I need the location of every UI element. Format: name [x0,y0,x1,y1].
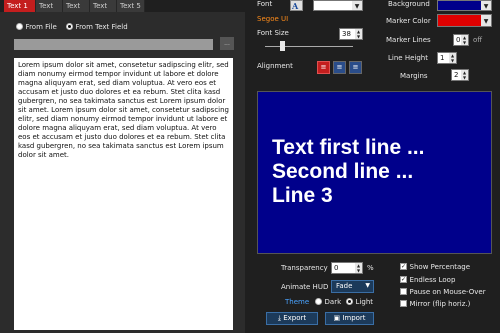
align-center-button[interactable]: ≡ [333,61,346,74]
animate-hud-label: Animate HUD [281,283,329,291]
line-height-value: 1 [440,54,445,62]
import-label: Import [342,314,366,322]
alignment-label: Alignment [257,62,293,70]
font-size-value: 38 [342,30,351,38]
pause-on-mouse-over-checkbox[interactable] [400,288,407,295]
preview-line-1: Text first line ... [272,136,425,159]
chevron-down-icon: ▼ [481,1,491,10]
chevron-down-icon: ▼ [365,282,370,289]
chevron-down-icon: ▼ [481,15,491,26]
margins-label: Margins [400,72,428,80]
tab-text-5[interactable]: Text 5 [117,0,145,12]
tab-text-4[interactable]: Text 4 [90,0,117,22]
font-size-slider-thumb[interactable] [280,41,285,51]
font-color-dropdown[interactable]: ▼ [313,0,363,11]
tab-text-2[interactable]: Text 2 [36,0,63,22]
marker-lines-value: 0 [456,36,461,44]
animate-hud-select[interactable]: Fade ▼ [331,280,374,293]
mirror-label: Mirror (flip horiz.) [409,300,471,308]
marker-color-label: Marker Color [386,17,431,25]
background-label: Background [388,0,430,8]
background-color-dropdown[interactable]: ▼ [437,0,492,11]
theme-label: Theme [285,298,310,306]
line-height-label: Line Height [388,54,428,62]
import-button[interactable]: ▣ Import [325,312,374,325]
from-text-field-label: From Text Field [75,23,128,31]
from-text-field-radio[interactable] [66,23,73,30]
show-percentage-label: Show Percentage [409,263,471,271]
spinner-arrows-icon[interactable]: ▲ ▼ [355,263,362,273]
align-justify-button[interactable]: ≡ [349,61,362,74]
font-size-slider-track[interactable] [265,46,353,47]
option-endless-loop[interactable]: ✓ Endless Loop [400,275,455,284]
spinner-arrows-icon[interactable]: ▲ ▼ [355,29,362,39]
font-size-spinner[interactable]: 38 ▲ ▼ [339,28,363,40]
preview-line-2: Second line ... [272,160,414,183]
preview-line-3: Line 3 [272,184,333,207]
marker-lines-spinner[interactable]: 0 ▲ ▼ [453,34,469,46]
pause-on-mouse-over-label: Pause on Mouse-Over [409,288,486,296]
theme-light-label: Light [355,298,374,306]
download-icon: ⤓ [277,314,281,322]
spinner-arrows-icon[interactable]: ▲ ▼ [461,70,468,80]
spinner-arrows-icon[interactable]: ▲ ▼ [449,53,456,63]
export-button[interactable]: ⤓ Export [266,312,318,325]
marker-color-dropdown[interactable]: ▼ [437,14,492,27]
theme-light-radio[interactable] [346,298,353,305]
mirror-checkbox[interactable] [400,300,407,307]
endless-loop-checkbox[interactable]: ✓ [400,276,407,283]
preview-text: Text first line ... Second line ... Line… [272,136,424,208]
file-path-field[interactable] [14,39,213,50]
from-file-label: From File [25,23,57,31]
font-family-name: Segoe UI [257,15,289,23]
line-height-spinner[interactable]: 1 ▲ ▼ [437,52,457,64]
option-mirror[interactable]: Mirror (flip horiz.) [400,299,470,308]
transparency-value: 0 [334,264,339,272]
margins-value: 2 [454,71,459,79]
source-from-text-field[interactable]: From Text Field [66,22,128,31]
theme-light-option[interactable]: Light [346,297,373,306]
option-show-percentage[interactable]: ✓ Show Percentage [400,262,470,271]
chevron-down-icon: ▼ [352,1,362,10]
image-icon: ▣ [333,314,341,322]
source-from-file[interactable]: From File [16,22,57,31]
theme-dark-label: Dark [324,298,342,306]
tab-text-1[interactable]: Text 1 [4,0,36,12]
font-label: Font [257,0,273,8]
margins-spinner[interactable]: 2 ▲ ▼ [451,69,469,81]
endless-loop-label: Endless Loop [409,276,456,284]
theme-dark-option[interactable]: Dark [315,297,341,306]
export-label: Export [283,314,307,322]
font-picker-button[interactable]: A [290,0,303,11]
marker-lines-state: off [473,36,483,44]
transparency-spinner[interactable]: 0 ▲ ▼ [331,262,363,274]
svg-text:A: A [291,1,299,10]
show-percentage-checkbox[interactable]: ✓ [400,263,407,270]
align-left-button[interactable]: ≡ [317,61,330,74]
browse-button[interactable]: ... [220,37,234,50]
animate-hud-value: Fade [336,282,353,290]
transparency-unit: % [367,264,374,272]
transparency-label: Transparency [281,264,328,272]
font-icon: A [291,1,299,10]
spinner-arrows-icon[interactable]: ▲ ▼ [461,35,468,45]
tab-text-3[interactable]: Text 3 [63,0,90,22]
option-pause-on-mouse-over[interactable]: Pause on Mouse-Over [400,287,486,296]
theme-dark-radio[interactable] [315,298,322,305]
font-size-label: Font Size [257,29,289,37]
marker-lines-label: Marker Lines [386,36,431,44]
hud-preview: Text first line ... Second line ... Line… [257,91,492,254]
text-input-area[interactable]: Lorem ipsum dolor sit amet, consetetur s… [14,58,233,330]
from-file-radio[interactable] [16,23,23,30]
